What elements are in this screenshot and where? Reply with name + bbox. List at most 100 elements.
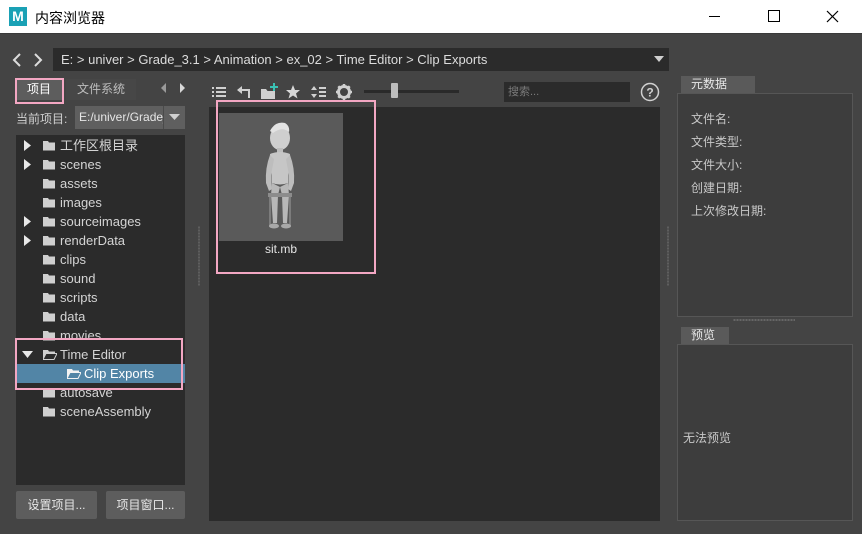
minimize-icon [709, 16, 720, 17]
tree-item[interactable]: Clip Exports [16, 364, 185, 383]
tree-item[interactable]: scenes [16, 155, 185, 174]
expand-right-arrow-icon[interactable] [22, 235, 33, 246]
no-preview-text: 无法预览 [683, 431, 732, 445]
folder-icon [43, 141, 55, 151]
folder-open-icon [67, 369, 81, 379]
tree-item-label: images [60, 195, 102, 210]
meta-modified-date-label: 上次修改日期: [691, 204, 767, 218]
tree-item-label: assets [60, 176, 98, 191]
current-project-field[interactable]: E:/univer/Grade_3.1 [75, 106, 163, 129]
folder-icon [43, 198, 55, 208]
folder-icon [43, 388, 55, 398]
breadcrumb[interactable]: E: > univer > Grade_3.1 > Animation > ex… [53, 48, 649, 71]
tree-item-label: autosave [60, 385, 113, 400]
tree-item[interactable]: movies [16, 326, 185, 345]
chevron-down-icon [654, 56, 664, 62]
folder-icon [43, 293, 55, 303]
tab-metadata[interactable]: 元数据 [681, 76, 755, 93]
meta-created-date-label: 创建日期: [691, 181, 743, 195]
folder-icon [43, 407, 55, 417]
go-up-icon[interactable] [235, 83, 252, 101]
tree-item-label: scenes [60, 157, 102, 172]
tree-item[interactable]: clips [16, 250, 185, 269]
tree-item[interactable]: sourceimages [16, 212, 185, 231]
tree-item[interactable]: assets [16, 174, 185, 193]
folder-icon [43, 179, 55, 189]
tree-item[interactable]: scripts [16, 288, 185, 307]
tree-item-label: clips [60, 252, 87, 267]
maximize-icon [768, 10, 780, 22]
svg-text:?: ? [646, 86, 653, 100]
gear-icon[interactable] [335, 83, 353, 101]
minimize-button[interactable] [692, 0, 738, 33]
meta-file-size-label: 文件大小: [691, 158, 743, 172]
search-input[interactable]: 搜索... [504, 82, 630, 102]
file-thumbnail[interactable] [219, 113, 343, 241]
tree-item[interactable]: data [16, 307, 185, 326]
tree-item[interactable]: images [16, 193, 185, 212]
tree-item[interactable]: sound [16, 269, 185, 288]
file-name[interactable]: sit.mb [219, 242, 343, 256]
tree-item[interactable]: 工作区根目录 [16, 136, 185, 155]
maya-logo-icon: M [9, 7, 27, 26]
chevron-down-icon [169, 114, 180, 120]
project-window-button[interactable]: 项目窗口... [106, 491, 185, 519]
thumbnail-size-slider-track[interactable] [364, 90, 459, 93]
tree-item-label: sourceimages [60, 214, 141, 229]
left-panel-tabs: 项目 文件系统 [12, 77, 196, 101]
tree-item[interactable]: renderData [16, 231, 185, 250]
character-model-preview [265, 122, 295, 229]
tree-item-label: renderData [60, 233, 126, 248]
forward-arrow-icon[interactable] [31, 51, 45, 69]
tree-item-label: sound [60, 271, 96, 286]
new-folder-icon[interactable] [260, 83, 279, 101]
folder-icon [43, 236, 55, 246]
close-button[interactable] [809, 0, 855, 33]
expand-right-arrow-icon[interactable] [22, 159, 33, 170]
meta-file-type-label: 文件类型: [691, 135, 743, 149]
tree-item-label: scripts [60, 290, 98, 305]
tree-item[interactable]: autosave [16, 383, 185, 402]
expand-right-arrow-icon[interactable] [22, 140, 33, 151]
tree-item-label: Clip Exports [84, 366, 155, 381]
thumbnail-size-slider-handle[interactable] [391, 83, 398, 98]
help-icon[interactable]: ? [640, 82, 660, 102]
title-bar: M 内容浏览器 [0, 0, 862, 33]
folder-open-icon [43, 350, 57, 360]
tree-item[interactable]: Time Editor [16, 345, 185, 364]
set-project-button[interactable]: 设置项目... [16, 491, 97, 519]
project-folder-tree[interactable]: 工作区根目录 scenes assets images sourceimages rend… [16, 135, 185, 485]
tree-item-label: data [60, 309, 86, 324]
meta-file-name-label: 文件名: [691, 112, 731, 126]
expand-down-arrow-icon[interactable] [22, 349, 33, 360]
current-project-label: 当前项目: [16, 112, 68, 126]
tree-item-label: sceneAssembly [60, 404, 152, 419]
tree-item[interactable]: sceneAssembly [16, 402, 185, 421]
tree-item-label: movies [60, 328, 102, 343]
back-arrow-icon[interactable] [10, 51, 24, 69]
left-splitter-handle[interactable] [198, 226, 200, 286]
expand-right-arrow-icon[interactable] [22, 216, 33, 227]
folder-icon [43, 312, 55, 322]
tree-item-label: Time Editor [60, 347, 126, 362]
tab-project[interactable]: 项目 [16, 79, 62, 100]
folder-icon [43, 255, 55, 265]
close-icon [826, 10, 839, 23]
path-history-dropdown[interactable] [649, 48, 669, 71]
window-title: 内容浏览器 [35, 11, 105, 27]
sort-icon[interactable] [310, 83, 327, 101]
maximize-button[interactable] [751, 0, 797, 33]
bookmark-star-icon[interactable] [285, 83, 301, 101]
list-view-icon[interactable] [211, 83, 227, 101]
tab-file-system[interactable]: 文件系统 [66, 79, 136, 100]
tab-scroll-right-icon[interactable] [178, 83, 186, 93]
tree-item-label: 工作区根目录 [60, 138, 139, 153]
folder-icon [43, 331, 55, 341]
right-panel-splitter-handle[interactable] [733, 319, 795, 321]
current-project-dropdown[interactable] [163, 106, 185, 129]
svg-text:M: M [12, 8, 24, 24]
tab-preview[interactable]: 预览 [681, 327, 729, 344]
tab-scroll-left-icon[interactable] [160, 83, 168, 93]
folder-icon [43, 160, 55, 170]
right-splitter-handle[interactable] [667, 226, 669, 286]
